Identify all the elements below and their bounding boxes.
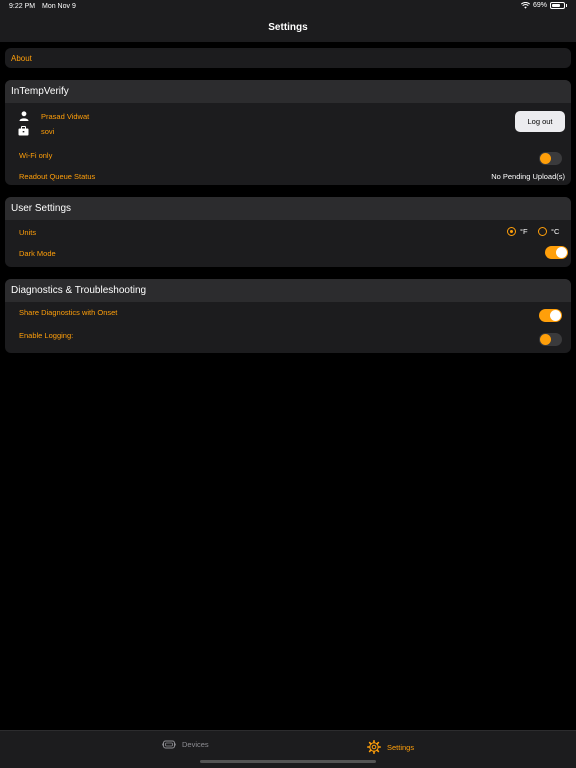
radio-celsius[interactable] (538, 227, 547, 236)
gear-icon (367, 740, 381, 754)
readout-queue-status-value: No Pending Upload(s) (491, 172, 565, 181)
intempverify-section: InTempVerify Prasad Vidwat sovi Log out … (5, 80, 571, 185)
diagnostics-section: Diagnostics & Troubleshooting Share Diag… (5, 279, 571, 353)
dark-mode-label: Dark Mode (19, 249, 56, 258)
tab-devices[interactable]: Devices (162, 740, 209, 749)
user-icon (19, 111, 29, 121)
wifi-icon (520, 2, 530, 9)
status-right: 69% (520, 2, 567, 9)
user-settings-section: User Settings Units °F °C Dark Mode (5, 197, 571, 267)
battery-tip (566, 4, 567, 7)
battery-percent: 69% (532, 2, 547, 9)
status-time: 9:22 PM (9, 3, 36, 10)
toggle-knob (556, 247, 567, 258)
about-label: About (11, 54, 32, 63)
organization-name: sovi (41, 127, 55, 136)
units-label: Units (19, 228, 37, 237)
unit-celsius-label: °C (551, 227, 560, 236)
battery-icon (550, 2, 565, 9)
wifi-only-toggle[interactable] (539, 152, 562, 165)
status-date: Mon Nov 9 (42, 3, 76, 10)
dark-mode-toggle[interactable] (545, 246, 568, 259)
toggle-knob (540, 334, 551, 345)
briefcase-icon (18, 126, 29, 136)
devices-icon (162, 740, 176, 749)
about-row[interactable]: About (5, 48, 571, 68)
diagnostics-header: Diagnostics & Troubleshooting (5, 279, 571, 302)
radio-fahrenheit[interactable] (507, 227, 516, 236)
navigation-bar: Settings (0, 14, 576, 42)
unit-celsius-option[interactable]: °C (538, 227, 559, 236)
unit-fahrenheit-option[interactable]: °F (507, 227, 528, 236)
share-diagnostics-toggle[interactable] (539, 309, 562, 322)
enable-logging-toggle[interactable] (539, 333, 562, 346)
toggle-knob (550, 310, 561, 321)
unit-fahrenheit-label: °F (520, 227, 528, 236)
intempverify-header: InTempVerify (5, 80, 571, 103)
user-name: Prasad Vidwat (41, 112, 90, 121)
tab-settings[interactable]: Settings (367, 740, 414, 754)
readout-queue-status-label[interactable]: Readout Queue Status (19, 172, 95, 181)
page-title: Settings (268, 22, 308, 33)
user-settings-header: User Settings (5, 197, 571, 220)
tab-settings-label: Settings (387, 742, 415, 752)
toggle-knob (540, 153, 551, 164)
tab-devices-label: Devices (182, 740, 209, 749)
wifi-only-label: Wi-Fi only (19, 151, 53, 160)
log-out-button[interactable]: Log out (515, 111, 565, 132)
share-diagnostics-label: Share Diagnostics with Onset (19, 308, 118, 317)
enable-logging-label: Enable Logging: (19, 331, 74, 340)
home-indicator (200, 760, 376, 763)
status-bar: 9:22 PM Mon Nov 9 69% (0, 0, 576, 14)
